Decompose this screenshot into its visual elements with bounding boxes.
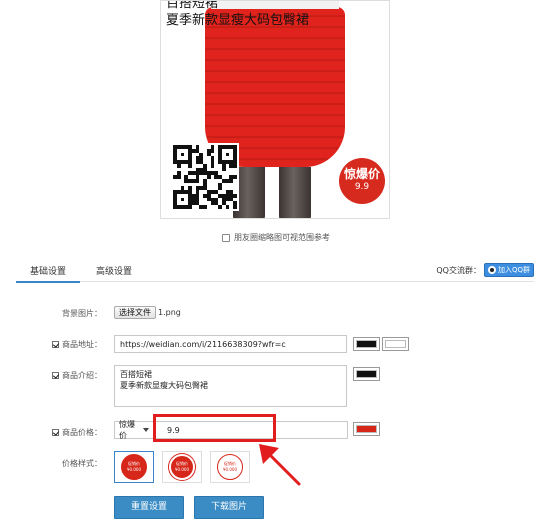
file-name: 1.png [158, 308, 181, 317]
background-label-text: 背景图片： [62, 309, 102, 318]
price-style-badge-3: 促销价 ¥0.000 [217, 454, 243, 480]
preview-title-line1: 百搭短裙 [166, 0, 219, 11]
reference-checkbox-label: 朋友圈缩略图可视范围参考 [234, 233, 330, 242]
desc-color-picker[interactable] [353, 367, 380, 381]
preview-card: 百搭短裙 夏季新款显瘦大码包臀裙 惊爆价 9.9 [160, 0, 390, 219]
style-2-value: ¥0.000 [175, 467, 189, 472]
qr-code-icon [171, 143, 239, 211]
price-type-value: 惊爆价 [119, 420, 135, 440]
url-bg-color-picker[interactable] [382, 337, 409, 351]
tab-advanced-settings[interactable]: 高级设置 [96, 264, 132, 277]
desc-color-swatch [356, 370, 377, 378]
preview-leg-right [279, 167, 311, 218]
price-style-badge-1: 促销价 ¥0.000 [121, 454, 147, 480]
desc-label-text: 商品介绍： [62, 371, 102, 380]
desc-checkbox[interactable] [52, 372, 59, 379]
price-style-option-3[interactable]: 促销价 ¥0.000 [210, 451, 250, 483]
url-color-picker[interactable] [353, 337, 380, 351]
price-style-option-1[interactable]: 促销价 ¥0.000 [114, 451, 154, 483]
price-label: 商品价格： [52, 427, 102, 438]
reference-toggle[interactable]: 朋友圈缩略图可视范围参考 [222, 232, 330, 243]
style-3-value: ¥0.000 [223, 467, 237, 472]
preview-badge-title: 惊爆价 [343, 167, 380, 181]
price-label-text: 商品价格： [62, 428, 102, 437]
price-checkbox[interactable] [52, 429, 59, 436]
preview-title: 百搭短裙 夏季新款显瘦大码包臀裙 [166, 0, 310, 29]
style-1-value: ¥0.000 [127, 467, 141, 472]
settings-tabs: 基础设置 高级设置 QQ交流群： 加入QQ群 [16, 262, 534, 283]
qq-group: QQ交流群： 加入QQ群 [436, 263, 534, 277]
style-label: 价格样式： [62, 458, 102, 469]
url-checkbox[interactable] [52, 341, 59, 348]
desc-textarea[interactable]: 百搭短裙 夏季新款显瘦大码包臀裙 [114, 365, 347, 407]
chevron-down-icon [143, 428, 149, 432]
choose-file-button[interactable]: 选择文件 [114, 306, 156, 319]
reference-checkbox[interactable] [222, 233, 230, 242]
price-color-swatch [356, 425, 377, 433]
preview-title-line2: 夏季新款显瘦大码包臀裙 [166, 13, 310, 28]
url-label: 商品地址： [52, 339, 102, 350]
tab-basic-settings[interactable]: 基础设置 [16, 264, 80, 283]
preview-badge-price: 9.9 [354, 182, 370, 192]
background-label: 背景图片： [62, 308, 102, 319]
preview-price-badge: 惊爆价 9.9 [339, 158, 385, 204]
join-qq-group-button[interactable]: 加入QQ群 [483, 263, 534, 277]
download-image-button[interactable]: 下载图片 [194, 496, 264, 519]
price-style-option-2[interactable]: 促销价 ¥0.000 [162, 451, 202, 483]
price-highlight-box [153, 414, 276, 442]
url-bg-color-swatch [385, 340, 406, 348]
desc-label: 商品介绍： [52, 370, 102, 381]
url-color-swatch [356, 340, 377, 348]
url-label-text: 商品地址： [62, 340, 102, 349]
url-input[interactable]: https://weidian.com/i/2116638309?wfr=c [114, 335, 347, 353]
annotation-arrow-icon [259, 444, 301, 486]
price-color-picker[interactable] [353, 422, 380, 436]
price-type-select[interactable]: 惊爆价 [114, 420, 154, 440]
style-label-text: 价格样式： [62, 459, 102, 468]
qq-group-label: QQ交流群： [436, 265, 481, 275]
qq-penguin-icon [487, 266, 496, 274]
price-style-badge-2: 促销价 ¥0.000 [169, 454, 195, 480]
join-qq-group-label: 加入QQ群 [497, 266, 530, 274]
reset-button[interactable]: 重置设置 [114, 496, 184, 519]
